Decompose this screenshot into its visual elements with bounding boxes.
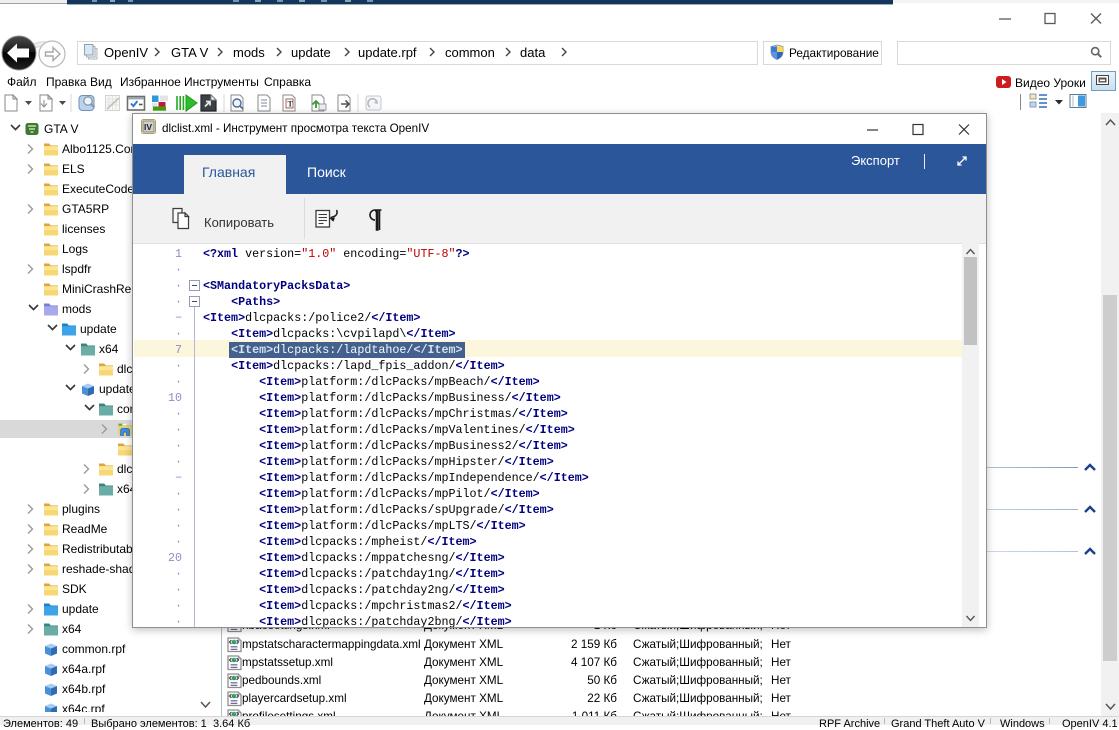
svg-text:Документ XML: Документ XML — [424, 692, 504, 705]
svg-text:IV: IV — [144, 122, 152, 132]
svg-text:licenses: licenses — [62, 222, 105, 236]
svg-text:update: update — [62, 602, 99, 616]
svg-text:2 159 Кб: 2 159 Кб — [571, 638, 617, 651]
svg-text:mpstatscharactermappingdata.xm: mpstatscharactermappingdata.xml — [242, 638, 421, 651]
svg-text:Документ XML: Документ XML — [424, 656, 504, 669]
svg-text:Logs: Logs — [62, 242, 88, 256]
svg-text:x64: x64 — [99, 342, 119, 356]
svg-text:plugins: plugins — [62, 502, 100, 516]
svg-text:Нет: Нет — [771, 638, 792, 651]
svg-text:pedbounds.xml: pedbounds.xml — [242, 674, 321, 687]
svg-text:ELS: ELS — [62, 162, 85, 176]
svg-text:x64a.rpf: x64a.rpf — [62, 662, 106, 676]
svg-text:common.rpf: common.rpf — [62, 642, 126, 656]
svg-text:x64: x64 — [62, 622, 82, 636]
svg-text:playercardsetup.xml: playercardsetup.xml — [242, 692, 347, 705]
svg-text:GTA5RP: GTA5RP — [62, 202, 109, 216]
svg-text:T: T — [288, 100, 294, 109]
svg-text:4 107 Кб: 4 107 Кб — [571, 656, 617, 669]
svg-text:Сжатый;Шифрованный;: Сжатый;Шифрованный; — [633, 674, 763, 687]
svg-text:Сжатый;Шифрованный;: Сжатый;Шифрованный; — [633, 638, 763, 651]
svg-text:x64b.rpf: x64b.rpf — [62, 682, 106, 696]
svg-text:50 Кб: 50 Кб — [587, 674, 617, 687]
svg-text:Нет: Нет — [771, 656, 792, 669]
svg-text:Документ XML: Документ XML — [424, 674, 504, 687]
svg-text:update: update — [80, 322, 117, 336]
svg-text:ReadMe: ReadMe — [62, 522, 108, 536]
svg-text:22 Кб: 22 Кб — [587, 692, 617, 705]
svg-text:Нет: Нет — [771, 692, 792, 705]
svg-text:Сжатый;Шифрованный;: Сжатый;Шифрованный; — [633, 692, 763, 705]
svg-text:Документ XML: Документ XML — [424, 638, 504, 651]
svg-text:SDK: SDK — [62, 582, 87, 596]
svg-text:Сжатый;Шифрованный;: Сжатый;Шифрованный; — [633, 656, 763, 669]
svg-text:lspdfr: lspdfr — [62, 262, 91, 276]
svg-text:Нет: Нет — [771, 674, 792, 687]
svg-text:mods: mods — [62, 302, 91, 316]
svg-text:ExecuteCode: ExecuteCode — [62, 182, 134, 196]
svg-text:x64c.rpf: x64c.rpf — [62, 702, 105, 712]
svg-text:GTA V: GTA V — [44, 122, 78, 136]
svg-text:mpstatssetup.xml: mpstatssetup.xml — [242, 656, 333, 669]
